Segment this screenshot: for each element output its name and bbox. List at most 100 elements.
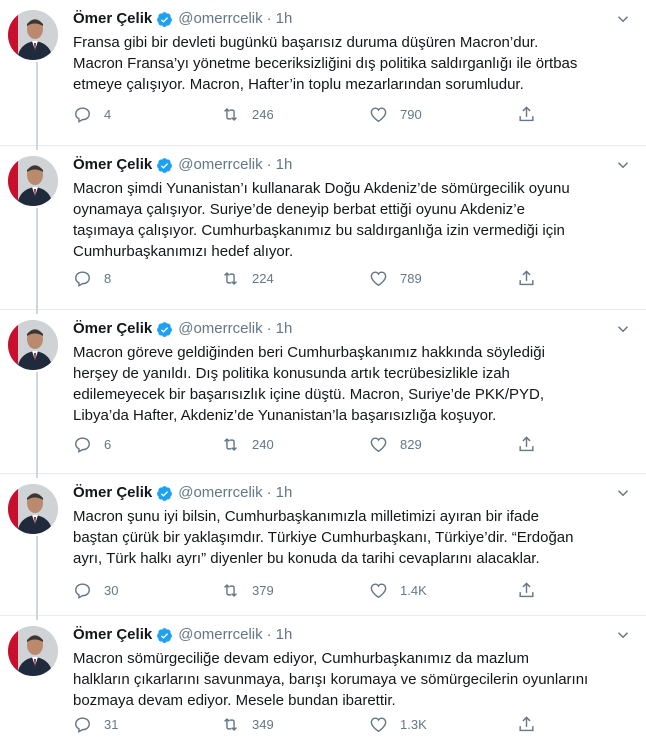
chevron-down-icon[interactable] (614, 484, 632, 502)
tweet-actions: 30 379 1.4K (73, 580, 630, 600)
retweet-count: 379 (252, 582, 274, 598)
reply-icon (75, 106, 90, 123)
share-button[interactable] (517, 715, 536, 734)
avatar-image (8, 484, 58, 534)
share-button[interactable] (517, 105, 536, 124)
tweet-timestamp[interactable]: 1h (276, 10, 293, 28)
retweet-button[interactable]: 349 (221, 715, 369, 734)
like-count: 789 (400, 270, 422, 286)
reply-count: 31 (104, 716, 119, 732)
retweet-icon (224, 583, 237, 597)
tweet[interactable]: Ömer Çelik @omerrcelik · 1h Fransa gibi … (0, 0, 646, 146)
retweet-button[interactable]: 246 (221, 105, 369, 124)
like-button[interactable]: 789 (369, 269, 517, 288)
tweet-timestamp[interactable]: 1h (276, 156, 293, 174)
like-button[interactable]: 1.3K (369, 715, 517, 734)
avatar[interactable] (8, 484, 58, 534)
author-handle[interactable]: @omerrcelik (178, 156, 262, 174)
thread-line (36, 616, 38, 620)
retweet-button[interactable]: 240 (221, 435, 369, 454)
verified-badge-icon (156, 157, 173, 174)
like-count: 829 (400, 436, 422, 452)
tweet[interactable]: Ömer Çelik @omerrcelik · 1h Macron şimdi… (0, 146, 646, 310)
tweet-timestamp[interactable]: 1h (276, 626, 293, 644)
tweet-text: Fransa gibi bir devleti bugünkü başarısı… (73, 34, 578, 93)
heart-icon (370, 716, 387, 732)
reply-button[interactable]: 30 (73, 581, 221, 600)
author-name[interactable]: Ömer Çelik (73, 626, 152, 644)
retweet-count: 349 (252, 716, 274, 732)
avatar[interactable] (8, 626, 58, 676)
like-count: 790 (400, 106, 422, 122)
thread-line (36, 474, 38, 478)
reply-button[interactable]: 6 (73, 435, 221, 454)
thread-line (36, 372, 38, 474)
author-handle[interactable]: @omerrcelik (178, 10, 262, 28)
tweet[interactable]: Ömer Çelik @omerrcelik · 1h Macron şunu … (0, 474, 646, 616)
author-handle[interactable]: @omerrcelik (178, 484, 262, 502)
chevron-down-icon[interactable] (614, 626, 632, 644)
share-icon (519, 105, 534, 121)
reply-count: 4 (104, 106, 112, 122)
share-button[interactable] (517, 581, 536, 600)
share-button[interactable] (517, 269, 536, 288)
chevron-down-icon[interactable] (614, 10, 632, 28)
verified-badge-icon (156, 627, 173, 644)
retweet-button[interactable]: 379 (221, 581, 369, 600)
verified-badge-icon (156, 485, 173, 502)
like-button[interactable]: 790 (369, 105, 517, 124)
tweet[interactable]: Ömer Çelik @omerrcelik · 1h Macron görev… (0, 310, 646, 474)
tweet-header: Ömer Çelik @omerrcelik · 1h (73, 320, 630, 338)
tweet-header: Ömer Çelik @omerrcelik · 1h (73, 10, 630, 28)
verified-badge-icon (156, 321, 173, 338)
reply-button[interactable]: 8 (73, 269, 221, 288)
share-button[interactable] (517, 435, 536, 454)
heart-icon (370, 436, 387, 452)
like-button[interactable]: 829 (369, 435, 517, 454)
tweet-timestamp[interactable]: 1h (276, 484, 293, 502)
retweet-icon (224, 437, 237, 451)
author-handle[interactable]: @omerrcelik (178, 626, 262, 644)
chevron-down-icon[interactable] (614, 156, 632, 174)
tweet-actions: 31 349 1.3K (73, 714, 630, 734)
avatar[interactable] (8, 320, 58, 370)
tweet-timeline: Ömer Çelik @omerrcelik · 1h Fransa gibi … (0, 0, 646, 754)
like-button[interactable]: 1.4K (369, 581, 517, 600)
tweet-header: Ömer Çelik @omerrcelik · 1h (73, 484, 630, 502)
tweet-header: Ömer Çelik @omerrcelik · 1h (73, 156, 630, 174)
author-name[interactable]: Ömer Çelik (73, 484, 152, 502)
retweet-count: 224 (252, 270, 274, 286)
tweet-actions: 6 240 829 (73, 434, 630, 454)
tweet[interactable]: Ömer Çelik @omerrcelik · 1h Macron sömür… (0, 616, 646, 754)
tweet-actions: 4 246 790 (73, 104, 630, 124)
share-icon (519, 269, 534, 285)
retweet-button[interactable]: 224 (221, 269, 369, 288)
chevron-down-icon[interactable] (614, 320, 632, 338)
tweet-timestamp[interactable]: 1h (276, 320, 293, 338)
author-name[interactable]: Ömer Çelik (73, 10, 152, 28)
thread-line (36, 536, 38, 616)
retweet-count: 240 (252, 436, 274, 452)
reply-button[interactable]: 4 (73, 105, 221, 124)
avatar[interactable] (8, 10, 58, 60)
heart-icon (370, 270, 387, 286)
tweet-text: Macron göreve geldiğinden beri Cumhurbaş… (73, 344, 545, 424)
heart-icon (370, 582, 387, 598)
separator-dot: · (266, 156, 272, 173)
share-icon (519, 435, 534, 451)
author-handle[interactable]: @omerrcelik (178, 320, 262, 338)
reply-button[interactable]: 31 (73, 715, 221, 734)
tweet-text: Macron sömürgeciliğe devam ediyor, Cumhu… (73, 650, 589, 709)
avatar-image (8, 626, 58, 676)
author-name[interactable]: Ömer Çelik (73, 320, 152, 338)
tweet-text: Macron şimdi Yunanistan’ı kullanarak Doğ… (73, 180, 570, 260)
avatar-image (8, 10, 58, 60)
reply-icon (75, 270, 90, 287)
verified-badge-icon (156, 11, 173, 28)
like-count: 1.4K (400, 582, 427, 598)
avatar[interactable] (8, 156, 58, 206)
author-name[interactable]: Ömer Çelik (73, 156, 152, 174)
reply-count: 6 (104, 436, 112, 452)
thread-line (36, 310, 38, 314)
reply-icon (75, 436, 90, 453)
